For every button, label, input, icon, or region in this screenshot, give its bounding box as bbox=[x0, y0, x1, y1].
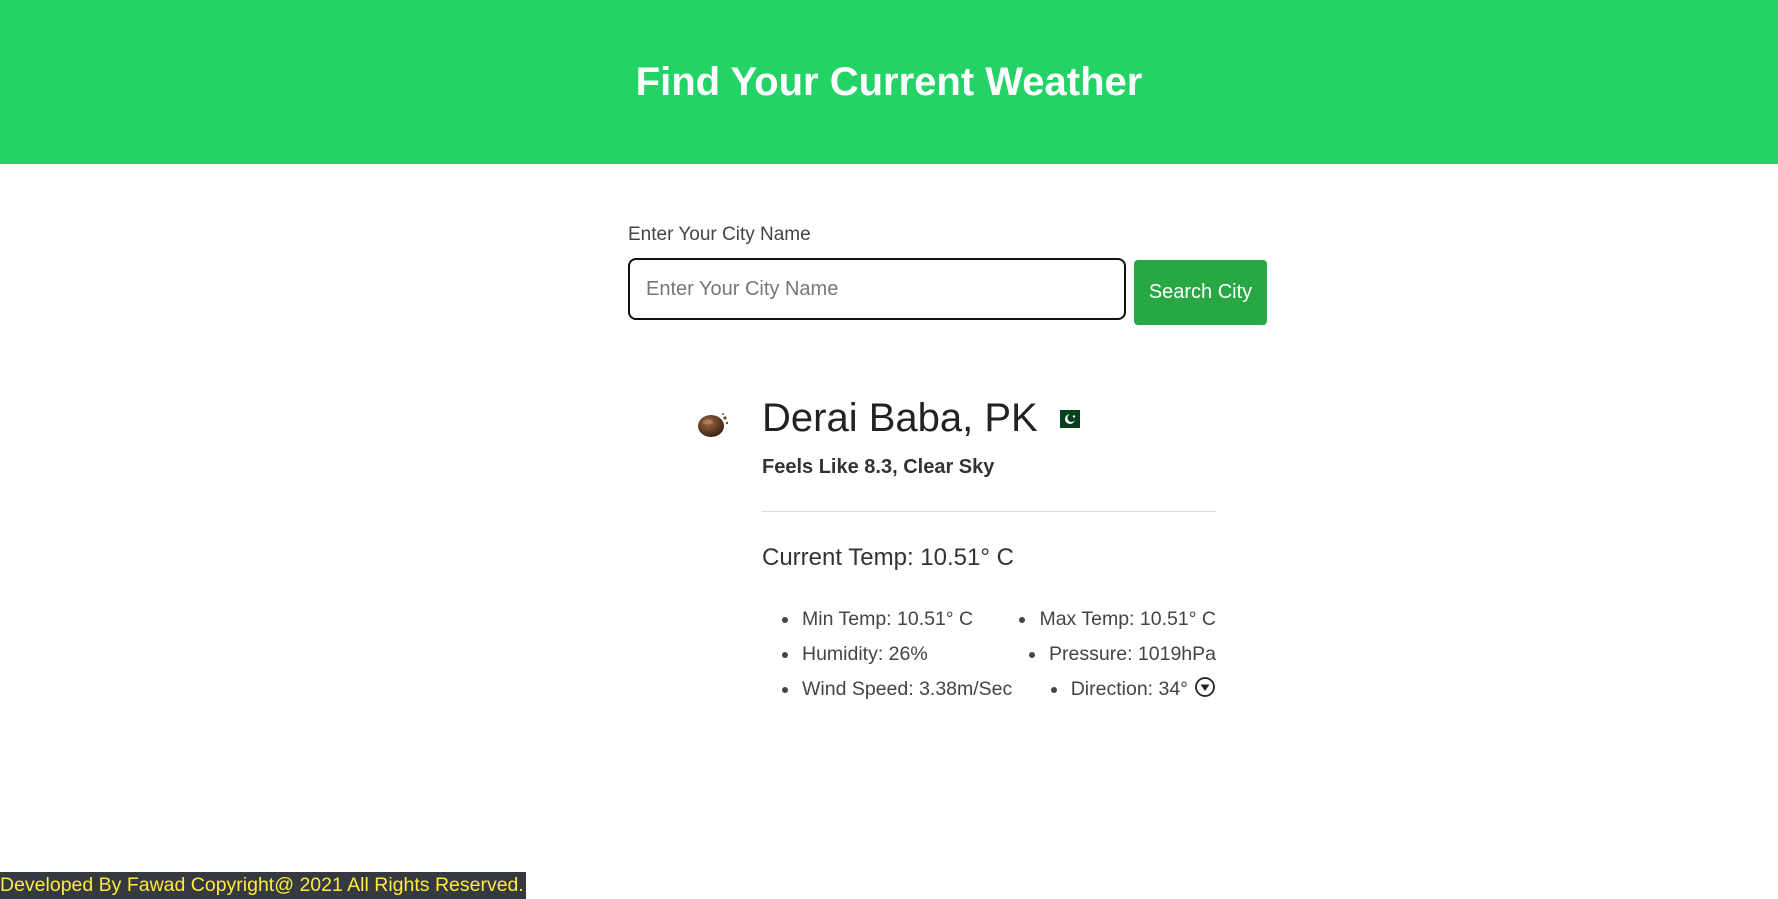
stat-row: Min Temp: 10.51° C Max Temp: 10.51° C bbox=[762, 602, 1216, 637]
city-input-label: Enter Your City Name bbox=[628, 224, 811, 245]
current-temperature: Current Temp: 10.51° C bbox=[762, 544, 1014, 571]
city-search-input[interactable] bbox=[628, 258, 1126, 320]
max-temp: Max Temp: 10.51° C bbox=[1019, 608, 1216, 631]
city-heading: Derai Baba, PK bbox=[762, 396, 1080, 441]
feels-like-text: Feels Like 8.3, Clear Sky bbox=[762, 456, 995, 478]
stat-row: Wind Speed: 3.38m/Sec Direction: 34° bbox=[762, 672, 1216, 707]
page-header: Find Your Current Weather bbox=[0, 0, 1778, 164]
footer-copyright: Developed By Fawad Copyright@ 2021 All R… bbox=[0, 872, 526, 899]
pakistan-flag-icon bbox=[1053, 409, 1080, 428]
wind-direction-text: Direction: 34° bbox=[1070, 678, 1188, 700]
stat-row: Humidity: 26% Pressure: 1019hPa bbox=[762, 637, 1216, 672]
wind-direction-arrow-icon bbox=[1195, 676, 1215, 697]
pressure: Pressure: 1019hPa bbox=[1029, 643, 1216, 666]
search-city-button[interactable]: Search City bbox=[1134, 260, 1267, 325]
min-temp: Min Temp: 10.51° C bbox=[762, 608, 973, 631]
clear-sky-night-icon bbox=[698, 413, 729, 437]
humidity: Humidity: 26% bbox=[762, 643, 928, 666]
city-name: Derai Baba, PK bbox=[762, 396, 1038, 440]
divider bbox=[762, 511, 1216, 512]
page-title: Find Your Current Weather bbox=[635, 59, 1143, 104]
wind-direction: Direction: 34° bbox=[1051, 676, 1216, 701]
weather-stats: Min Temp: 10.51° C Max Temp: 10.51° C Hu… bbox=[762, 602, 1216, 707]
page: Find Your Current Weather Enter Your Cit… bbox=[0, 0, 1778, 899]
wind-speed: Wind Speed: 3.38m/Sec bbox=[762, 678, 1012, 701]
